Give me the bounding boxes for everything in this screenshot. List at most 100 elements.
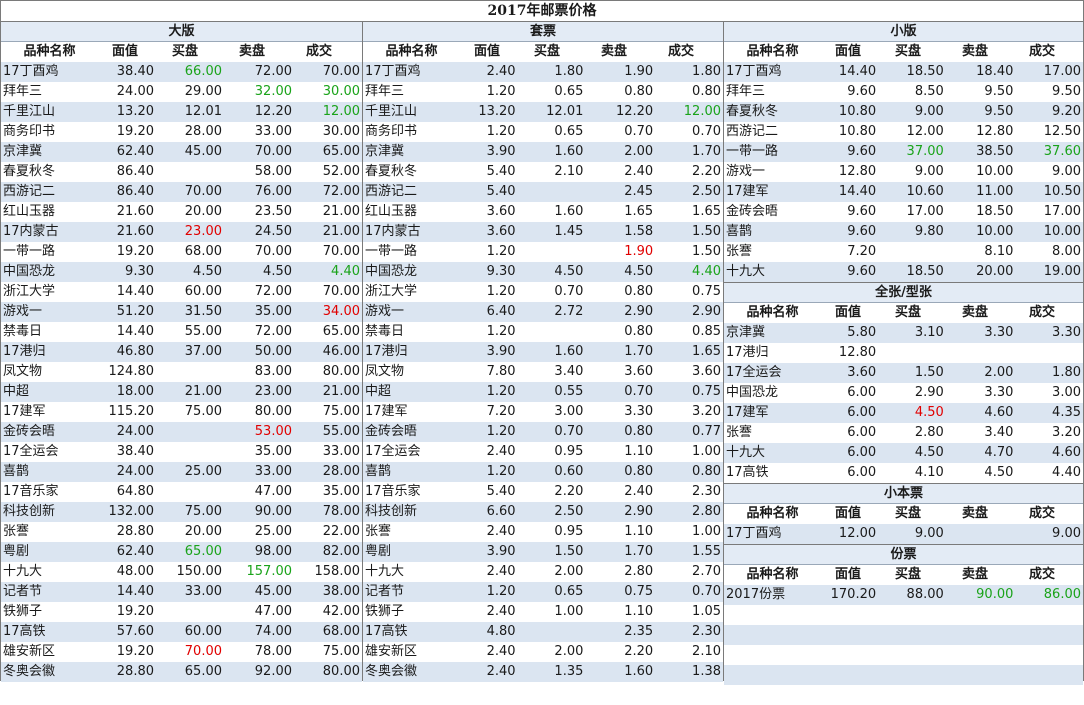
price-cell: 2.40 xyxy=(624,484,654,499)
table-row: 张謇 6.00 2.80 3.40 3.20 xyxy=(724,423,1083,443)
price-cell: 24.00 xyxy=(116,84,154,99)
stamp-name-cell: 冬奥会徽 xyxy=(3,664,56,679)
price-cell: 3.60 xyxy=(847,365,877,380)
stamp-name-cell: 游戏一 xyxy=(365,304,405,319)
table-row: 17音乐家 5.40 2.20 2.40 2.30 xyxy=(363,482,723,502)
price-cell: 78.00 xyxy=(322,504,360,519)
price-cell: 2.80 xyxy=(914,425,944,440)
price-cell: 4.35 xyxy=(1052,405,1081,420)
price-cell: 0.80 xyxy=(624,464,654,479)
price-cell: 3.30 xyxy=(984,325,1014,340)
stamp-name-cell: 拜年三 xyxy=(365,84,405,99)
price-cell: 1.20 xyxy=(486,324,516,339)
stamp-name-cell: 十九大 xyxy=(365,564,405,579)
price-cell: 64.80 xyxy=(116,484,154,499)
table-row: 17高铁 6.00 4.10 4.50 4.40 xyxy=(724,463,1083,483)
price-cell: 72.00 xyxy=(254,324,292,339)
price-cell: 24.50 xyxy=(254,224,292,239)
price-cell: 2.40 xyxy=(486,604,516,619)
price-cell xyxy=(946,343,1016,363)
stamp-name-cell: 一带一路 xyxy=(726,144,779,159)
price-cell: 13.20 xyxy=(478,104,516,119)
column-header: 品种名称 xyxy=(746,506,799,521)
price-cell: 98.00 xyxy=(254,544,292,559)
price-cell: 1.80 xyxy=(554,64,584,79)
panel-dabang: 大版 品种名称 面值 买盘 卖盘 成交 17丁酉鸡 38.40 66.00 72.00 70.00… xyxy=(1,22,362,682)
section-title-xiaobenpiao: 小本票 xyxy=(724,483,1083,504)
price-cell: 1.20 xyxy=(486,424,516,439)
price-cell: 0.75 xyxy=(624,584,654,599)
table-row: 粤剧 3.90 1.50 1.70 1.55 xyxy=(363,542,723,562)
price-cell: 92.00 xyxy=(254,664,292,679)
stamp-name-cell: 铁狮子 xyxy=(365,604,405,619)
stamp-name-cell: 十九大 xyxy=(3,564,43,579)
price-cell: 0.80 xyxy=(624,84,654,99)
stamp-name-cell: 17音乐家 xyxy=(365,484,421,499)
table-row: 17全运会 38.40 35.00 33.00 xyxy=(1,442,362,462)
price-cell: 42.00 xyxy=(322,604,360,619)
price-cell: 1.20 xyxy=(486,584,516,599)
price-cell: 3.60 xyxy=(486,204,516,219)
price-cell: 38.50 xyxy=(976,144,1014,159)
price-cell: 2.72 xyxy=(554,304,584,319)
price-cell: 0.80 xyxy=(692,464,721,479)
price-cell: 2.80 xyxy=(624,564,654,579)
price-cell: 10.80 xyxy=(838,104,877,119)
price-cell: 10.00 xyxy=(976,164,1014,179)
column-header: 买盘 xyxy=(894,44,921,59)
price-cell: 9.50 xyxy=(984,104,1014,119)
price-cell: 24.00 xyxy=(116,424,154,439)
price-cell: 0.70 xyxy=(624,384,654,399)
price-cell: 6.60 xyxy=(486,504,516,519)
stamp-name-cell: 中超 xyxy=(3,384,30,399)
table-row: 红山玉器 3.60 1.60 1.65 1.65 xyxy=(363,202,723,222)
price-cell: 1.70 xyxy=(692,144,721,159)
price-cell: 4.50 xyxy=(193,264,222,279)
table-row: 中国恐龙 6.00 2.90 3.30 3.00 xyxy=(724,383,1083,403)
price-cell: 46.80 xyxy=(116,344,154,359)
price-cell: 2.90 xyxy=(692,304,721,319)
table-row: 春夏秋冬 5.40 2.10 2.40 2.20 xyxy=(363,162,723,182)
price-cell xyxy=(946,524,1016,544)
price-cell: 12.01 xyxy=(184,104,222,119)
price-cell: 47.00 xyxy=(254,484,292,499)
column-header: 买盘 xyxy=(894,305,921,320)
price-cell: 78.00 xyxy=(254,644,292,659)
table-row: 17丁酉鸡 14.40 18.50 18.40 17.00 xyxy=(724,62,1083,82)
price-cell: 22.00 xyxy=(322,524,360,539)
price-cell: 37.00 xyxy=(184,344,222,359)
price-cell: 2.30 xyxy=(692,484,721,499)
price-cell: 2.20 xyxy=(692,164,721,179)
price-cell: 12.20 xyxy=(615,104,654,119)
table-row: 科技创新 132.00 75.00 90.00 78.00 xyxy=(1,502,362,522)
price-cell: 1.10 xyxy=(624,604,654,619)
stamp-name-cell: 西游记二 xyxy=(3,184,56,199)
price-cell: 9.00 xyxy=(1052,526,1081,541)
price-cell: 8.10 xyxy=(984,244,1014,259)
price-cell xyxy=(878,343,946,363)
price-cell: 3.60 xyxy=(692,364,721,379)
table-row: 中国恐龙 9.30 4.50 4.50 4.40 xyxy=(363,262,723,282)
price-cell: 38.00 xyxy=(322,584,360,599)
stamp-name-cell: 凤文物 xyxy=(365,364,405,379)
stamp-name-cell: 张謇 xyxy=(365,524,392,539)
price-sheet: 2017年邮票价格 大版 品种名称 面值 买盘 卖盘 成交 17丁酉鸡 38.40 66.00… xyxy=(0,0,1084,705)
price-cell: 4.40 xyxy=(331,264,360,279)
table-row: 铁狮子 19.20 47.00 42.00 xyxy=(1,602,362,622)
price-cell: 86.40 xyxy=(116,184,154,199)
stamp-name-cell: 喜鹊 xyxy=(726,224,753,239)
table-header: 品种名称 面值 买盘 卖盘 成交 xyxy=(724,504,1083,524)
price-cell: 6.40 xyxy=(486,304,516,319)
price-cell: 6.00 xyxy=(847,465,877,480)
price-cell: 3.20 xyxy=(692,404,721,419)
price-cell: 28.80 xyxy=(116,664,154,679)
price-cell: 9.20 xyxy=(1052,104,1081,119)
price-cell: 5.80 xyxy=(847,325,877,340)
price-cell: 19.20 xyxy=(116,644,154,659)
price-cell: 4.50 xyxy=(914,405,944,420)
price-cell: 1.45 xyxy=(554,224,584,239)
column-header: 品种名称 xyxy=(746,305,799,320)
price-cell: 2.00 xyxy=(554,564,584,579)
table-row: 浙江大学 1.20 0.70 0.80 0.75 xyxy=(363,282,723,302)
column-header: 成交 xyxy=(1028,44,1055,59)
